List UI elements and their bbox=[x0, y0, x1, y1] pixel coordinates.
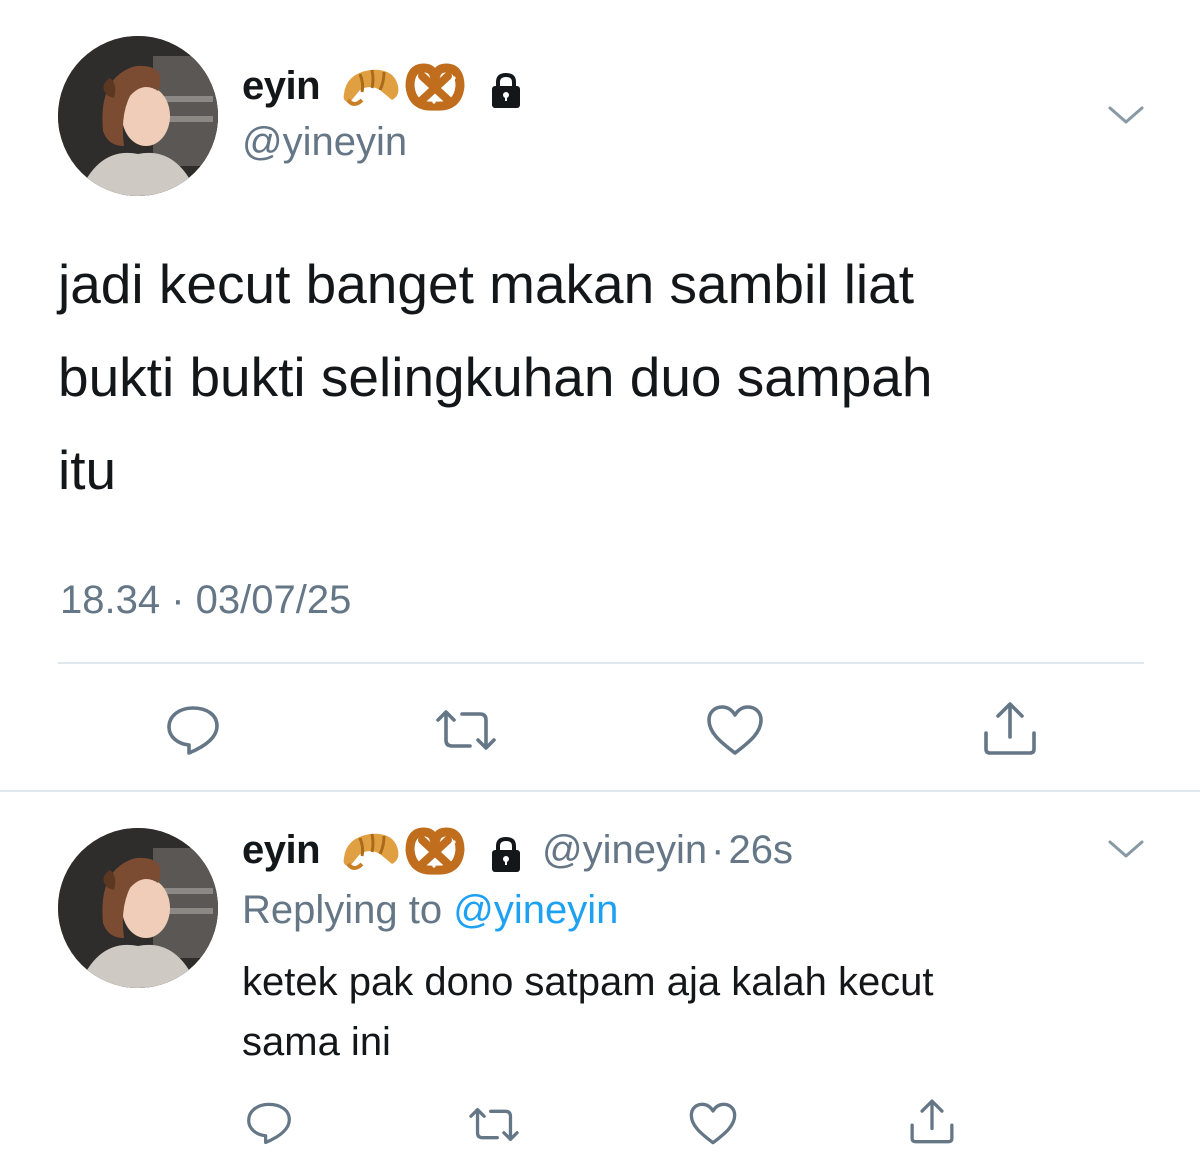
avatar[interactable] bbox=[58, 828, 218, 988]
like-icon bbox=[705, 703, 765, 757]
display-name[interactable]: eyin bbox=[242, 64, 321, 109]
lock-icon bbox=[486, 70, 526, 110]
share-icon bbox=[980, 699, 1040, 757]
like-button[interactable] bbox=[688, 1100, 738, 1146]
tweet-timestamp[interactable]: 18.34 · 03/07/25 bbox=[60, 578, 351, 623]
display-name[interactable]: eyin bbox=[242, 828, 321, 873]
reply-button[interactable] bbox=[162, 702, 224, 758]
share-button[interactable] bbox=[906, 1096, 958, 1146]
display-name-text: eyin bbox=[242, 828, 321, 872]
like-icon bbox=[688, 1101, 738, 1146]
retweet-button[interactable] bbox=[466, 1102, 522, 1146]
tweet-text: jadi kecut banget makan sambil liat bukt… bbox=[58, 253, 933, 501]
share-icon bbox=[907, 1097, 957, 1145]
share-button[interactable] bbox=[978, 698, 1042, 758]
reply-icon bbox=[245, 1101, 293, 1145]
replying-to-mention[interactable]: @yineyin bbox=[453, 888, 618, 932]
handle-and-age: @yineyin · 26s bbox=[542, 828, 793, 873]
tweet-text: ketek pak dono satpam aja kalah kecut sa… bbox=[242, 960, 934, 1064]
divider bbox=[0, 790, 1200, 792]
croissant-emoji bbox=[340, 60, 402, 112]
retweet-button[interactable] bbox=[432, 704, 500, 756]
pretzel-emoji bbox=[404, 826, 466, 876]
chevron-down-icon[interactable] bbox=[1106, 834, 1146, 864]
tweet-age[interactable]: 26s bbox=[728, 828, 793, 872]
lock-icon bbox=[486, 834, 526, 874]
retweet-icon bbox=[466, 1103, 522, 1146]
like-button[interactable] bbox=[704, 702, 766, 758]
retweet-icon bbox=[432, 704, 500, 756]
divider bbox=[58, 662, 1144, 664]
separator: · bbox=[711, 828, 725, 872]
chevron-down-icon[interactable] bbox=[1106, 100, 1146, 130]
reply-button[interactable] bbox=[244, 1100, 294, 1146]
avatar[interactable] bbox=[58, 36, 218, 196]
replying-to-label: Replying to bbox=[242, 888, 443, 932]
croissant-emoji bbox=[340, 824, 402, 876]
reply-icon bbox=[165, 704, 221, 756]
display-name-text: eyin bbox=[242, 64, 321, 108]
user-handle[interactable]: @yineyin bbox=[242, 120, 407, 165]
user-handle[interactable]: @yineyin bbox=[542, 828, 707, 872]
pretzel-emoji bbox=[404, 62, 466, 112]
replying-to: Replying to @yineyin bbox=[242, 888, 618, 933]
